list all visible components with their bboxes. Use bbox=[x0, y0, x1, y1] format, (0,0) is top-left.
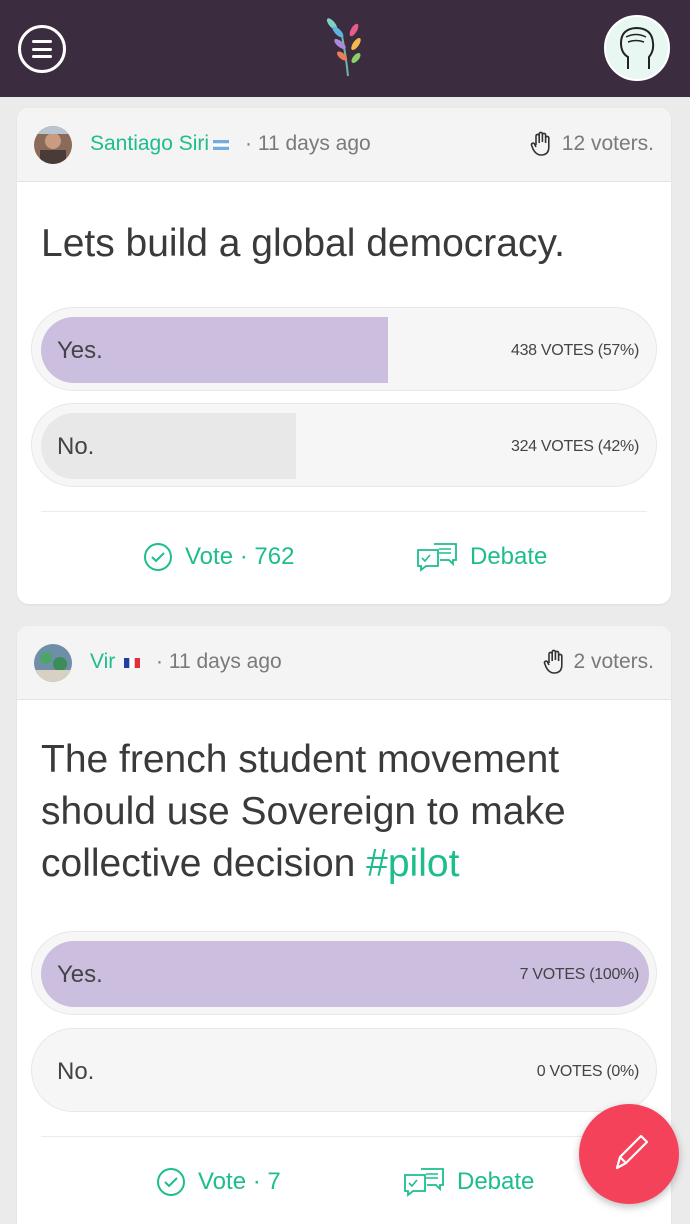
raised-hand-icon bbox=[543, 649, 563, 674]
pencil-icon bbox=[615, 1134, 649, 1170]
post-card: Vir · 11 days ago 2 voters. The french s… bbox=[17, 626, 671, 1224]
top-bar bbox=[0, 0, 690, 97]
argentina-flag bbox=[213, 140, 229, 150]
divider bbox=[41, 511, 647, 512]
divider bbox=[41, 1136, 647, 1137]
voters-count: 2 voters. bbox=[573, 650, 654, 673]
author-name[interactable]: Santiago Siri bbox=[90, 132, 209, 156]
hashtag-link[interactable]: #pilot bbox=[366, 842, 459, 885]
vote-count: 324 VOTES (42%) bbox=[510, 438, 639, 455]
post-time: · 11 days ago bbox=[156, 650, 282, 673]
vote-button[interactable]: Vote · 762 bbox=[143, 542, 294, 572]
avatar[interactable] bbox=[34, 644, 72, 682]
post-header: Santiago Siri · 11 days ago 12 voters. bbox=[17, 108, 671, 182]
author-name[interactable]: Vir bbox=[90, 650, 115, 674]
voters-count: 12 voters. bbox=[561, 132, 654, 155]
compose-button[interactable] bbox=[579, 1104, 679, 1204]
poll-option-yes[interactable]: Yes. 7 VOTES (100%) bbox=[31, 931, 657, 1015]
post-header: Vir · 11 days ago 2 voters. bbox=[17, 626, 671, 700]
vote-button[interactable]: Vote · 7 bbox=[156, 1167, 281, 1197]
vote-label: Vote · 762 bbox=[185, 543, 295, 570]
post-title-text: The french student movement should use S… bbox=[41, 738, 566, 885]
poll-option-yes[interactable]: Yes. 438 VOTES (57%) bbox=[31, 307, 657, 391]
head-silhouette-icon bbox=[619, 26, 655, 69]
raised-hand-icon bbox=[530, 131, 550, 156]
debate-button[interactable]: Debate bbox=[416, 542, 547, 572]
poll-option-no[interactable]: No. 324 VOTES (42%) bbox=[31, 403, 657, 487]
vote-label: Vote · 7 bbox=[198, 1168, 281, 1195]
debate-label: Debate bbox=[457, 1168, 535, 1195]
option-label: Yes. bbox=[57, 337, 103, 364]
check-circle-icon bbox=[157, 1168, 185, 1196]
avatar[interactable] bbox=[34, 126, 72, 164]
poll-option-no[interactable]: No. 0 VOTES (0%) bbox=[31, 1028, 657, 1112]
option-label: Yes. bbox=[57, 961, 103, 988]
option-label: No. bbox=[57, 433, 95, 460]
post-time: · 11 days ago bbox=[245, 132, 371, 155]
vote-count: 7 VOTES (100%) bbox=[519, 966, 640, 983]
vote-count: 438 VOTES (57%) bbox=[510, 342, 639, 359]
leaf-branch-logo[interactable] bbox=[318, 16, 370, 78]
post-card: Santiago Siri · 11 days ago 12 voters. L… bbox=[17, 108, 671, 604]
debate-label: Debate bbox=[470, 543, 548, 570]
chat-bubbles-icon bbox=[404, 1168, 444, 1197]
chat-bubbles-icon bbox=[417, 543, 457, 572]
hamburger-menu-icon[interactable] bbox=[18, 25, 66, 73]
debate-button[interactable]: Debate bbox=[403, 1167, 534, 1197]
check-circle-icon bbox=[144, 543, 172, 571]
post-title[interactable]: The french student movement should use S… bbox=[41, 734, 651, 890]
profile-avatar[interactable] bbox=[604, 15, 670, 81]
post-title[interactable]: Lets build a global democracy. bbox=[41, 218, 651, 270]
option-label: No. bbox=[57, 1058, 95, 1085]
vote-count: 0 VOTES (0%) bbox=[536, 1063, 640, 1080]
france-flag bbox=[124, 658, 140, 668]
